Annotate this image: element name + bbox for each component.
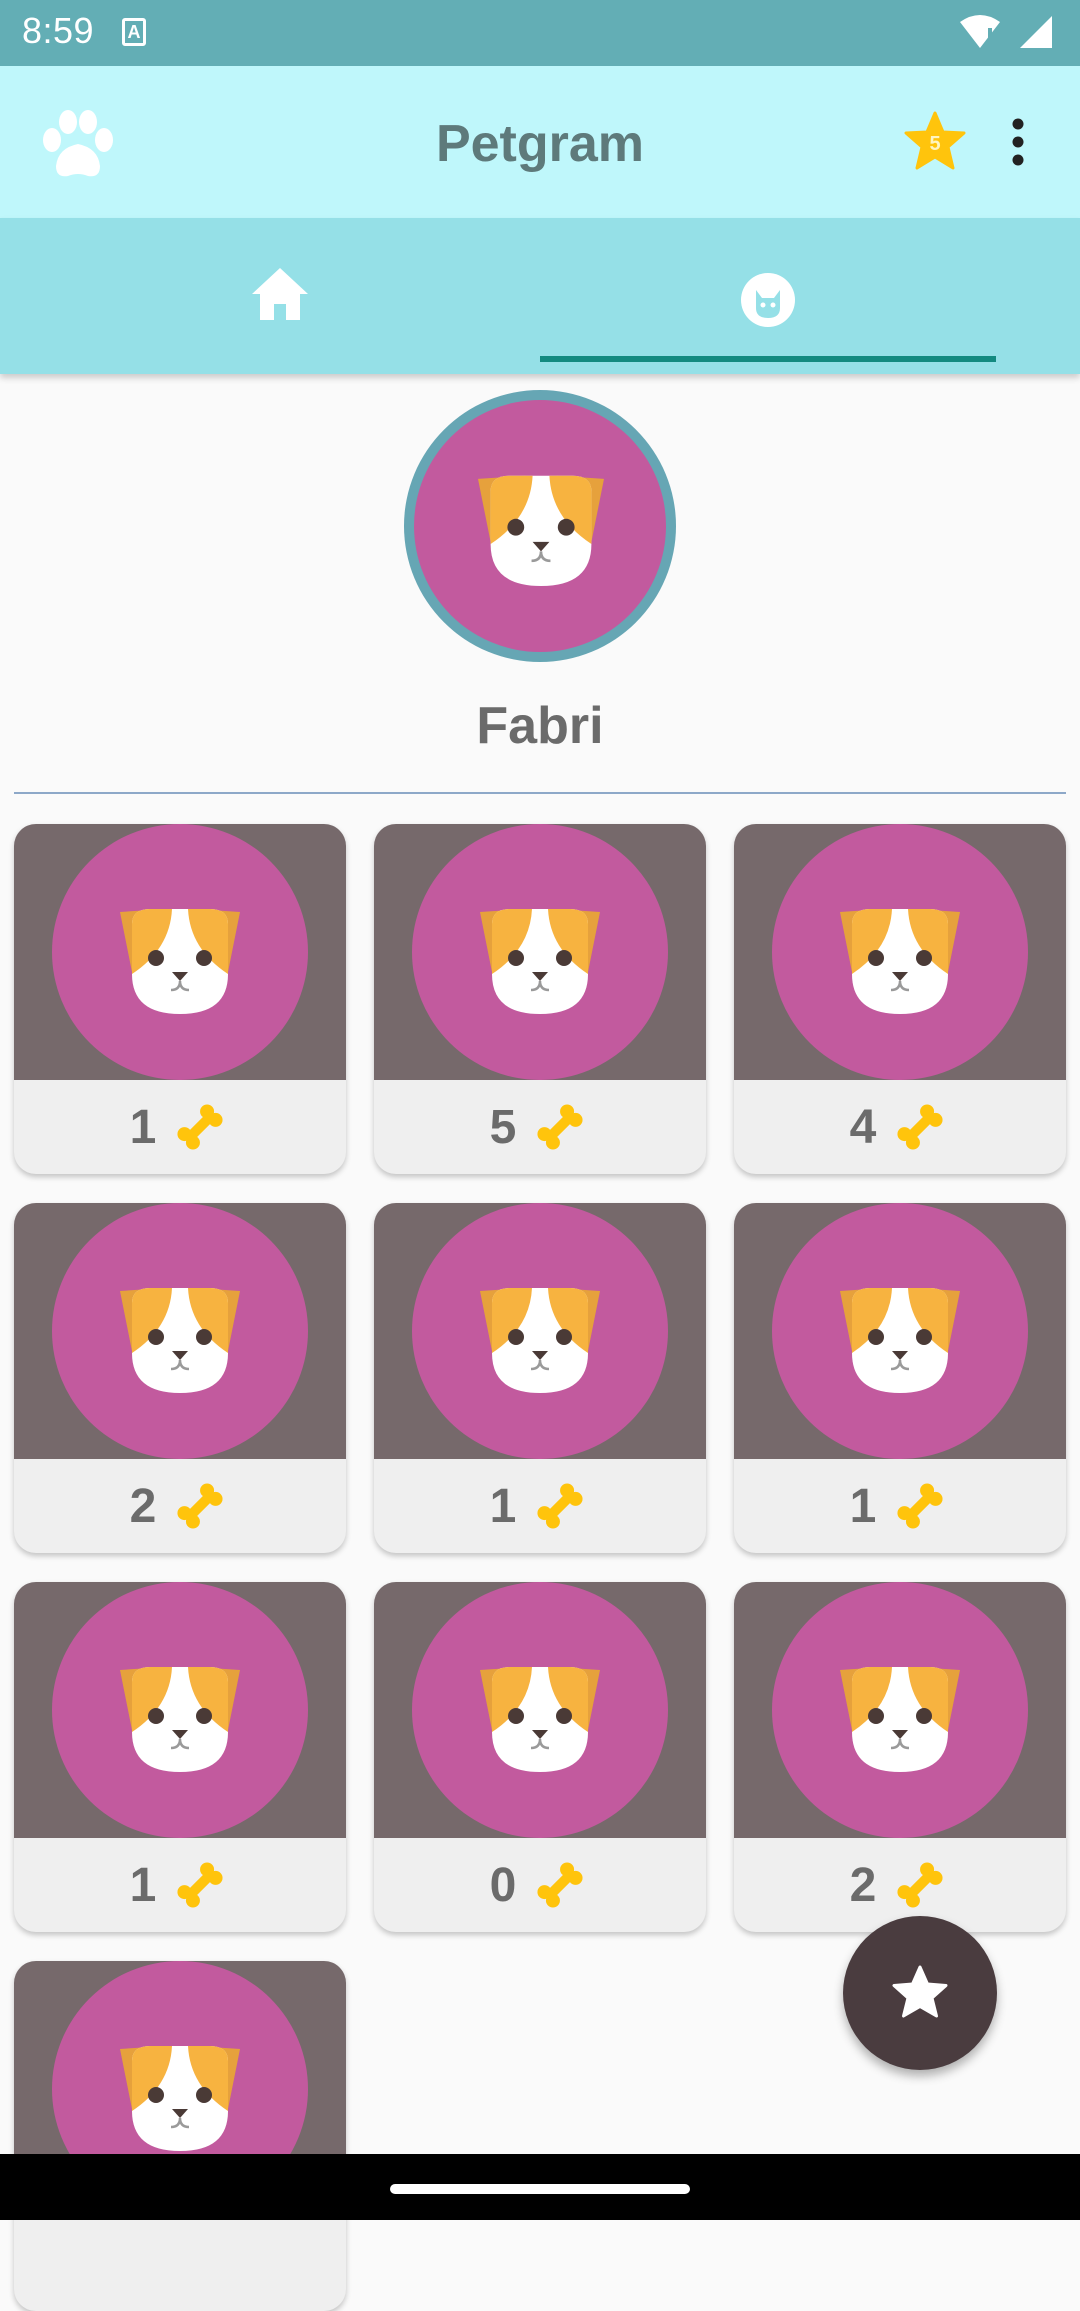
post-footer: 0 <box>374 1838 706 1932</box>
like-count: 1 <box>489 1479 517 1533</box>
bone-icon[interactable] <box>890 1855 950 1915</box>
bone-icon[interactable] <box>530 1855 590 1915</box>
post-footer: 1 <box>14 1838 346 1932</box>
post-card[interactable]: 1 <box>734 1203 1066 1553</box>
like-count: 1 <box>129 1858 157 1912</box>
posts-grid: 1 5 4 2 1 1 1 0 2 <box>0 0 1080 2311</box>
like-count: 1 <box>129 1100 157 1154</box>
post-photo <box>734 824 1066 1080</box>
bone-icon[interactable] <box>170 1097 230 1157</box>
post-card[interactable]: 1 <box>14 824 346 1174</box>
favorite-fab[interactable] <box>843 1916 997 2070</box>
post-card[interactable] <box>14 1961 346 2311</box>
post-photo <box>14 1582 346 1838</box>
like-count: 5 <box>489 1100 517 1154</box>
bone-icon[interactable] <box>890 1097 950 1157</box>
like-count: 2 <box>129 1479 157 1533</box>
post-card[interactable]: 2 <box>14 1203 346 1553</box>
post-photo <box>734 1203 1066 1459</box>
navigation-bar <box>0 2154 1080 2220</box>
post-footer: 5 <box>374 1080 706 1174</box>
post-photo <box>374 824 706 1080</box>
like-count: 0 <box>489 1858 517 1912</box>
bone-icon[interactable] <box>170 1476 230 1536</box>
post-card[interactable]: 1 <box>14 1582 346 1932</box>
post-card[interactable]: 2 <box>734 1582 1066 1932</box>
bone-icon[interactable] <box>170 1855 230 1915</box>
bone-icon[interactable] <box>530 1476 590 1536</box>
home-gesture-pill[interactable] <box>390 2184 690 2194</box>
star-icon <box>892 1965 948 2018</box>
post-photo <box>14 824 346 1080</box>
post-photo <box>374 1582 706 1838</box>
post-footer: 1 <box>374 1459 706 1553</box>
post-photo <box>374 1203 706 1459</box>
post-card[interactable]: 1 <box>374 1203 706 1553</box>
post-photo <box>14 1203 346 1459</box>
like-count: 2 <box>849 1858 877 1912</box>
post-card[interactable]: 5 <box>374 824 706 1174</box>
bone-icon[interactable] <box>890 1476 950 1536</box>
post-photo <box>734 1582 1066 1838</box>
post-card[interactable]: 4 <box>734 824 1066 1174</box>
post-footer: 1 <box>14 1080 346 1174</box>
post-footer: 4 <box>734 1080 1066 1174</box>
post-footer: 2 <box>14 1459 346 1553</box>
like-count: 4 <box>849 1100 877 1154</box>
like-count: 1 <box>849 1479 877 1533</box>
post-footer <box>14 2217 346 2311</box>
post-card[interactable]: 0 <box>374 1582 706 1932</box>
bone-icon[interactable] <box>530 1097 590 1157</box>
post-footer: 1 <box>734 1459 1066 1553</box>
